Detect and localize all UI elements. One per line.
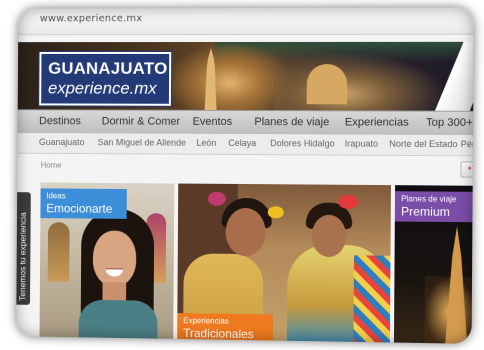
panel-planes[interactable]: Planes de viaje Premium (393, 185, 473, 344)
sub-navigation: Guanajuato San Miguel de Allende León Ce… (17, 132, 474, 157)
panel-ideas[interactable]: Ideas Emocionarte (39, 182, 175, 343)
panel-experiencias-label[interactable]: Experiencias Tradicionales (177, 313, 274, 344)
nav-dormir-comer[interactable]: Dormir & Comer (102, 115, 180, 127)
google-plus-button[interactable]: +1 (460, 161, 474, 178)
logo-subtitle: experience.mx (48, 78, 157, 98)
panel-experiencias[interactable]: Experiencias Tradicionales (177, 183, 392, 344)
subnav-irapuato[interactable]: Irapuato (345, 139, 379, 149)
stained-glass-window (47, 222, 70, 282)
subnav-leon[interactable]: León (196, 138, 216, 148)
panel-ideas-label[interactable]: Ideas Emocionarte (40, 188, 127, 219)
nav-top-300[interactable]: Top 300+ (426, 117, 473, 129)
side-feedback-tab[interactable]: Tenemos tu experiencia (16, 192, 31, 305)
panel-ideas-category: Ideas (46, 191, 66, 201)
nav-eventos[interactable]: Eventos (193, 116, 233, 128)
nav-planes-de-viaje[interactable]: Planes de viaje (254, 116, 329, 128)
website-screenshot: www.experience.mx GUANAJUATO experience.… (16, 7, 474, 344)
site-logo[interactable]: GUANAJUATO experience.mx (39, 52, 172, 106)
banner-glow (274, 51, 447, 111)
nav-experiencias[interactable]: Experiencias (345, 116, 409, 128)
side-tab-label: Tenemos tu experiencia (17, 212, 28, 301)
woman-photo-face (92, 230, 137, 287)
subnav-guanajuato[interactable]: Guanajuato (39, 137, 85, 147)
hair-flower (267, 206, 284, 219)
panel-planes-category: Planes de viaje (401, 194, 457, 204)
header-banner: GUANAJUATO experience.mx (17, 41, 474, 111)
hair-flower (338, 194, 359, 210)
dancer-face (225, 207, 266, 257)
panel-ideas-title: Emocionarte (46, 201, 113, 216)
panel-planes-label[interactable]: Planes de viaje Premium (394, 191, 473, 223)
screenshot-frame: www.experience.mx GUANAJUATO experience.… (0, 0, 484, 350)
subnav-celaya[interactable]: Celaya (228, 138, 256, 148)
nav-destinos[interactable]: Destinos (39, 115, 81, 127)
subnav-norte-del-estado[interactable]: Norte del Estado (389, 139, 457, 149)
dancer-face (311, 214, 347, 258)
url-text[interactable]: www.experience.mx (40, 13, 143, 24)
panel-planes-title: Premium (400, 204, 451, 219)
browser-address-bar[interactable]: www.experience.mx (18, 7, 474, 36)
woman-photo-shirt (78, 299, 158, 343)
dome-image (306, 64, 348, 105)
breadcrumb[interactable]: Home (41, 161, 62, 170)
panel-experiencias-category: Experiencias (183, 316, 229, 326)
subnav-san-miguel[interactable]: San Miguel de Allende (98, 137, 186, 147)
gplus-label: +1 (467, 165, 474, 173)
subnav-more[interactable]: Pén (461, 139, 474, 149)
main-navigation: Destinos Dormir & Comer Eventos Planes d… (17, 109, 474, 137)
logo-title: GUANAJUATO (48, 58, 168, 78)
colorful-ribbon (353, 255, 391, 344)
hair-flower (207, 191, 226, 206)
panel-experiencias-title: Tradicionales (183, 326, 254, 342)
subnav-dolores-hidalgo[interactable]: Dolores Hidalgo (270, 138, 334, 148)
